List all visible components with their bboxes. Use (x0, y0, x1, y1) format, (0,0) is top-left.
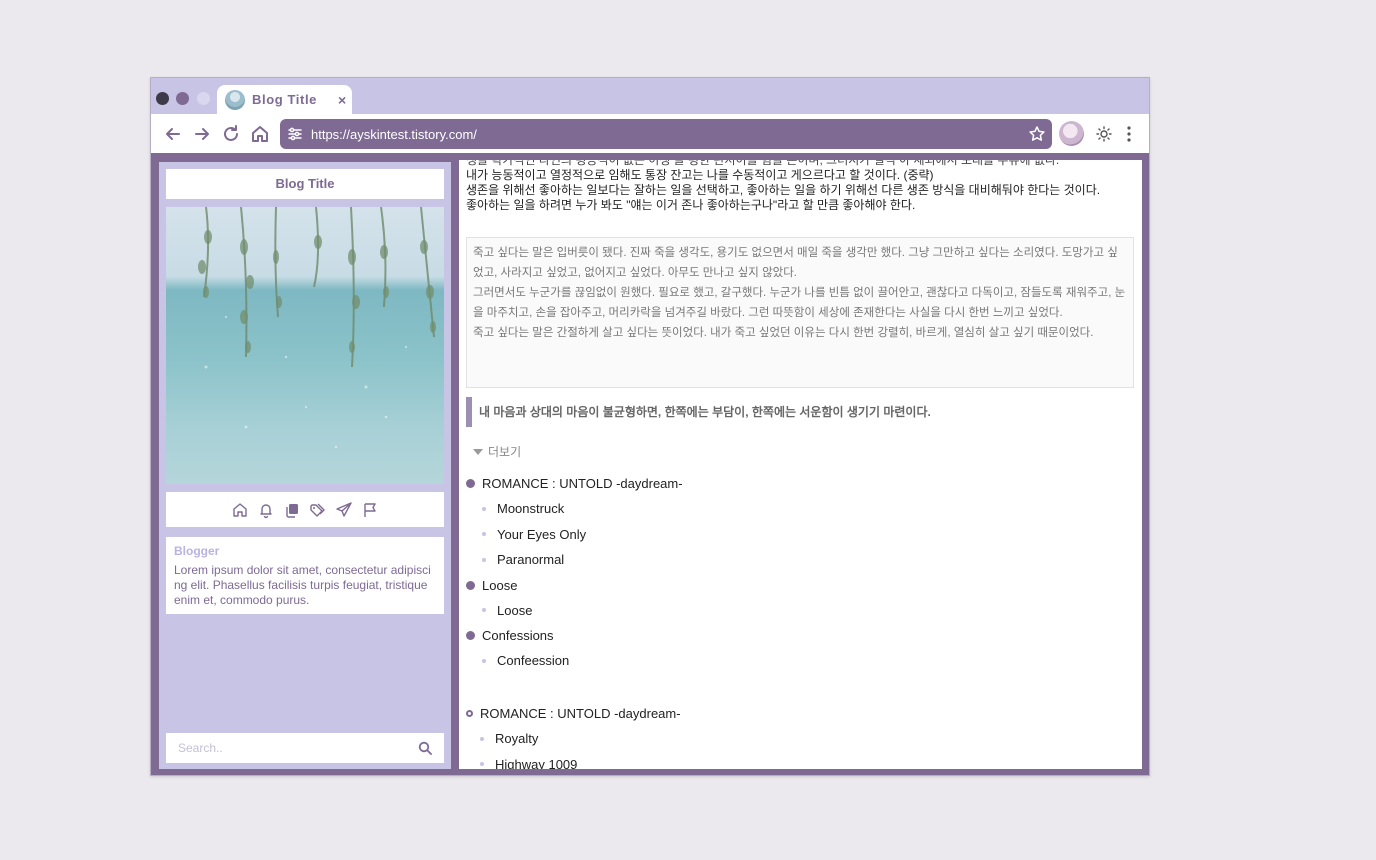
bookmark-star-icon[interactable] (1028, 125, 1046, 143)
site-settings-icon[interactable] (287, 126, 303, 142)
reload-icon[interactable] (220, 123, 242, 145)
home-icon[interactable] (231, 501, 249, 519)
sub-bullet-icon (482, 557, 486, 562)
item-title: Your Eyes Only (497, 526, 587, 542)
blog-title[interactable]: Blog Title (166, 169, 444, 199)
intro-line: 좋아하는 일을 하려면 누가 봐도 "얘는 이거 존나 좋아하는구나"라고 할 … (466, 198, 916, 212)
blogger-card: Blogger Lorem ipsum dolor sit amet, cons… (166, 537, 444, 614)
intro-line: 생을 락가적인 타인의 평공적이 없는 이생 들 평한 관저이를 험을 돈이며,… (466, 160, 1060, 167)
list-item: Highway 1009 (466, 752, 1136, 769)
search-input[interactable]: Search.. (178, 741, 418, 755)
flag-icon[interactable] (361, 501, 379, 519)
category-title: Confessions (482, 628, 554, 643)
quote-line: 죽고 싶다는 말은 간절하게 살고 싶다는 뜻이었다. 내가 죽고 싶었던 이유… (473, 327, 1094, 339)
item-title: Royalty (495, 731, 539, 747)
tab-close-icon[interactable]: × (338, 92, 346, 108)
copy-icon[interactable] (283, 501, 301, 519)
url-text[interactable]: https://ayskintest.tistory.com/ (311, 127, 477, 142)
browser-toolbar: https://ayskintest.tistory.com/ (151, 114, 1149, 153)
more-toggle[interactable]: 더보기 (473, 443, 521, 460)
sidebar: Blog Title Blogger Lorem ipsum dolor sit… (159, 162, 451, 769)
bullet-icon (466, 580, 475, 590)
playlist-list: ROMANCE : UNTOLD -daydream- Moonstruck Y… (466, 471, 1136, 674)
close-window-dot[interactable] (156, 92, 169, 105)
item-title: Loose (497, 602, 533, 618)
sub-bullet-icon (482, 506, 486, 511)
list-category: Confessions (466, 623, 1136, 648)
tab-blog-title[interactable]: Blog Title × (217, 85, 352, 114)
category-title: ROMANCE : UNTOLD -daydream- (480, 706, 681, 721)
quote-box: 죽고 싶다는 말은 입버릇이 됐다. 진짜 죽을 생각도, 용기도 없으면서 매… (466, 237, 1134, 388)
back-icon[interactable] (162, 123, 184, 145)
caret-down-icon (473, 448, 483, 455)
bullet-icon (466, 631, 475, 640)
tags-icon[interactable] (309, 501, 327, 519)
list-item: Confeession (466, 648, 1136, 674)
theme-toggle-icon[interactable] (1096, 126, 1112, 142)
item-title: Paranormal (497, 552, 565, 568)
send-icon[interactable] (335, 501, 353, 519)
forward-icon[interactable] (191, 123, 213, 145)
favicon-icon (225, 89, 245, 110)
item-title: Moonstruck (497, 501, 565, 517)
category-title: ROMANCE : UNTOLD -daydream- (482, 476, 683, 491)
blogger-description: Lorem ipsum dolor sit amet, consectetur … (174, 563, 431, 607)
list-category: ROMANCE : UNTOLD -daydream- (466, 471, 1136, 496)
list-item: Paranormal (466, 547, 1136, 573)
sub-bullet-icon (480, 736, 484, 741)
playlist-list-2: ROMANCE : UNTOLD -daydream- Royalty High… (466, 701, 1136, 769)
bullet-icon (466, 479, 475, 488)
item-title: Confeession (497, 653, 570, 669)
category-title: Loose (482, 577, 518, 593)
sub-bullet-icon (482, 532, 486, 537)
list-category: ROMANCE : UNTOLD -daydream- (466, 701, 1136, 726)
browser-menu-icon[interactable] (1122, 124, 1136, 144)
address-bar[interactable]: https://ayskintest.tistory.com/ (280, 119, 1052, 149)
blogger-name: Blogger (174, 544, 220, 558)
sub-bullet-icon (480, 762, 484, 767)
quote-line: 죽고 싶다는 말은 입버릇이 됐다. 진짜 죽을 생각도, 용기도 없으면서 매… (473, 247, 1118, 279)
home-icon[interactable] (249, 123, 271, 145)
list-item: Royalty (466, 726, 1136, 752)
tab-bar: Blog Title × (151, 78, 1149, 114)
hollow-bullet-icon (466, 710, 473, 717)
list-item: Moonstruck (466, 496, 1136, 522)
intro-line: 생존을 위해선 좋아하는 일보다는 잘하는 일을 선택하고, 좋아하는 일을 하… (466, 183, 1101, 197)
sub-bullet-icon (482, 658, 486, 663)
header-image (166, 207, 444, 484)
list-item: Your Eyes Only (466, 522, 1136, 548)
search-icon[interactable] (418, 741, 432, 755)
list-category: Loose (466, 573, 1136, 598)
lake-willow-picture (198, 207, 436, 449)
bell-icon[interactable] (257, 501, 275, 519)
quote-line: 그러면서도 누군가를 끊임없이 원했다. 필요로 했고, 갈구했다. 누군가 나… (473, 287, 1126, 319)
list-item: Loose (466, 598, 1136, 624)
more-label: 더보기 (488, 445, 522, 459)
post-content: 생을 락가적인 타인의 평공적이 없는 이생 들 평한 관저이를 험을 돈이며,… (459, 160, 1142, 769)
search-box: Search.. (166, 733, 444, 763)
blockquote: 내 마음과 상대의 마음이 불균형하면, 한쪽에는 부담이, 한쪽에는 서운함이… (466, 397, 1134, 427)
sidebar-icon-bar (166, 492, 444, 527)
intro-line: 내가 능동적이고 열정적으로 임해도 통장 잔고는 나를 수동적이고 게으르다고… (466, 168, 934, 182)
sub-bullet-icon (482, 608, 486, 613)
maximize-window-dot[interactable] (197, 92, 210, 105)
tab-title: Blog Title (252, 92, 317, 107)
intro-text: 생을 락가적인 타인의 평공적이 없는 이생 들 평한 관저이를 험을 돈이며,… (466, 160, 1136, 213)
minimize-window-dot[interactable] (176, 92, 189, 105)
profile-avatar[interactable] (1059, 121, 1084, 146)
browser-window: Blog Title × https://ayskintest.tistory.… (150, 77, 1150, 776)
item-title: Highway 1009 (495, 756, 578, 769)
